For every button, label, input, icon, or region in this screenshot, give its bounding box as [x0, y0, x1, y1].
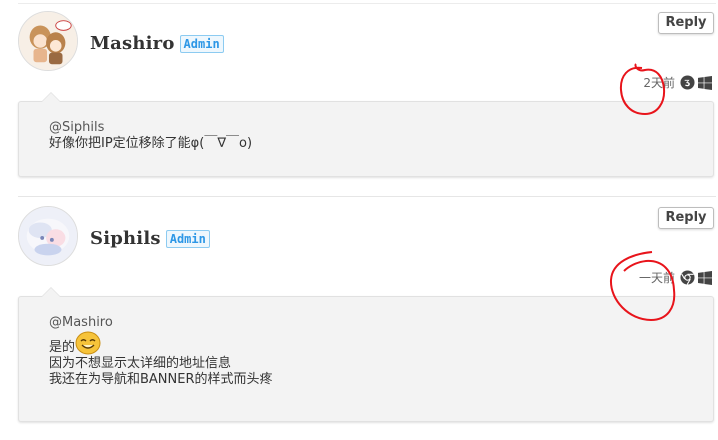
comment-divider — [18, 196, 716, 197]
comment-text-line: 我还在为导航和BANNER的样式而头疼 — [49, 372, 273, 387]
author-name[interactable]: Siphils — [90, 228, 161, 249]
comment-body: @Mashiro 是的 因为不想显示太详细的地址信息 我还在为导航和BANNER… — [18, 287, 714, 422]
comment-body: @Siphils 好像你把IP定位移除了能φ(￣∇￣o) — [18, 92, 714, 177]
chrome-icon — [680, 270, 695, 285]
avatar-illustration — [19, 207, 77, 265]
comment-author: Siphils Admin — [90, 228, 210, 249]
comment-time: 一天前 — [638, 271, 675, 285]
mention-link[interactable]: @Siphils — [49, 120, 683, 136]
author-name[interactable]: Mashiro — [90, 33, 175, 54]
comment-text: 是的 — [49, 340, 76, 355]
admin-badge: Admin — [165, 229, 210, 248]
comment-author: Mashiro Admin — [90, 33, 224, 54]
avatar[interactable] — [18, 206, 78, 266]
comment-text-line: 是的 — [49, 331, 683, 356]
mention-link[interactable]: @Mashiro — [49, 315, 683, 331]
comment-meta: 一天前 — [639, 269, 712, 286]
admin-badge: Admin — [179, 34, 224, 53]
reply-button[interactable]: Reply — [658, 207, 714, 229]
avatar-illustration — [19, 12, 77, 70]
top-divider — [18, 3, 716, 4]
avatar[interactable] — [18, 11, 78, 71]
windows-icon — [698, 270, 712, 285]
windows-icon — [698, 75, 712, 90]
comment-text-line: 好像你把IP定位移除了能φ(￣∇￣o) — [49, 136, 253, 151]
comment-text-line: 因为不想显示太详细的地址信息 — [49, 356, 232, 371]
smile-emoji-icon — [75, 331, 101, 355]
comment-meta: 2天前 — [643, 74, 712, 91]
reply-button[interactable]: Reply — [658, 12, 714, 34]
firefox-icon — [680, 75, 695, 90]
comment-time: 2天前 — [643, 76, 675, 90]
